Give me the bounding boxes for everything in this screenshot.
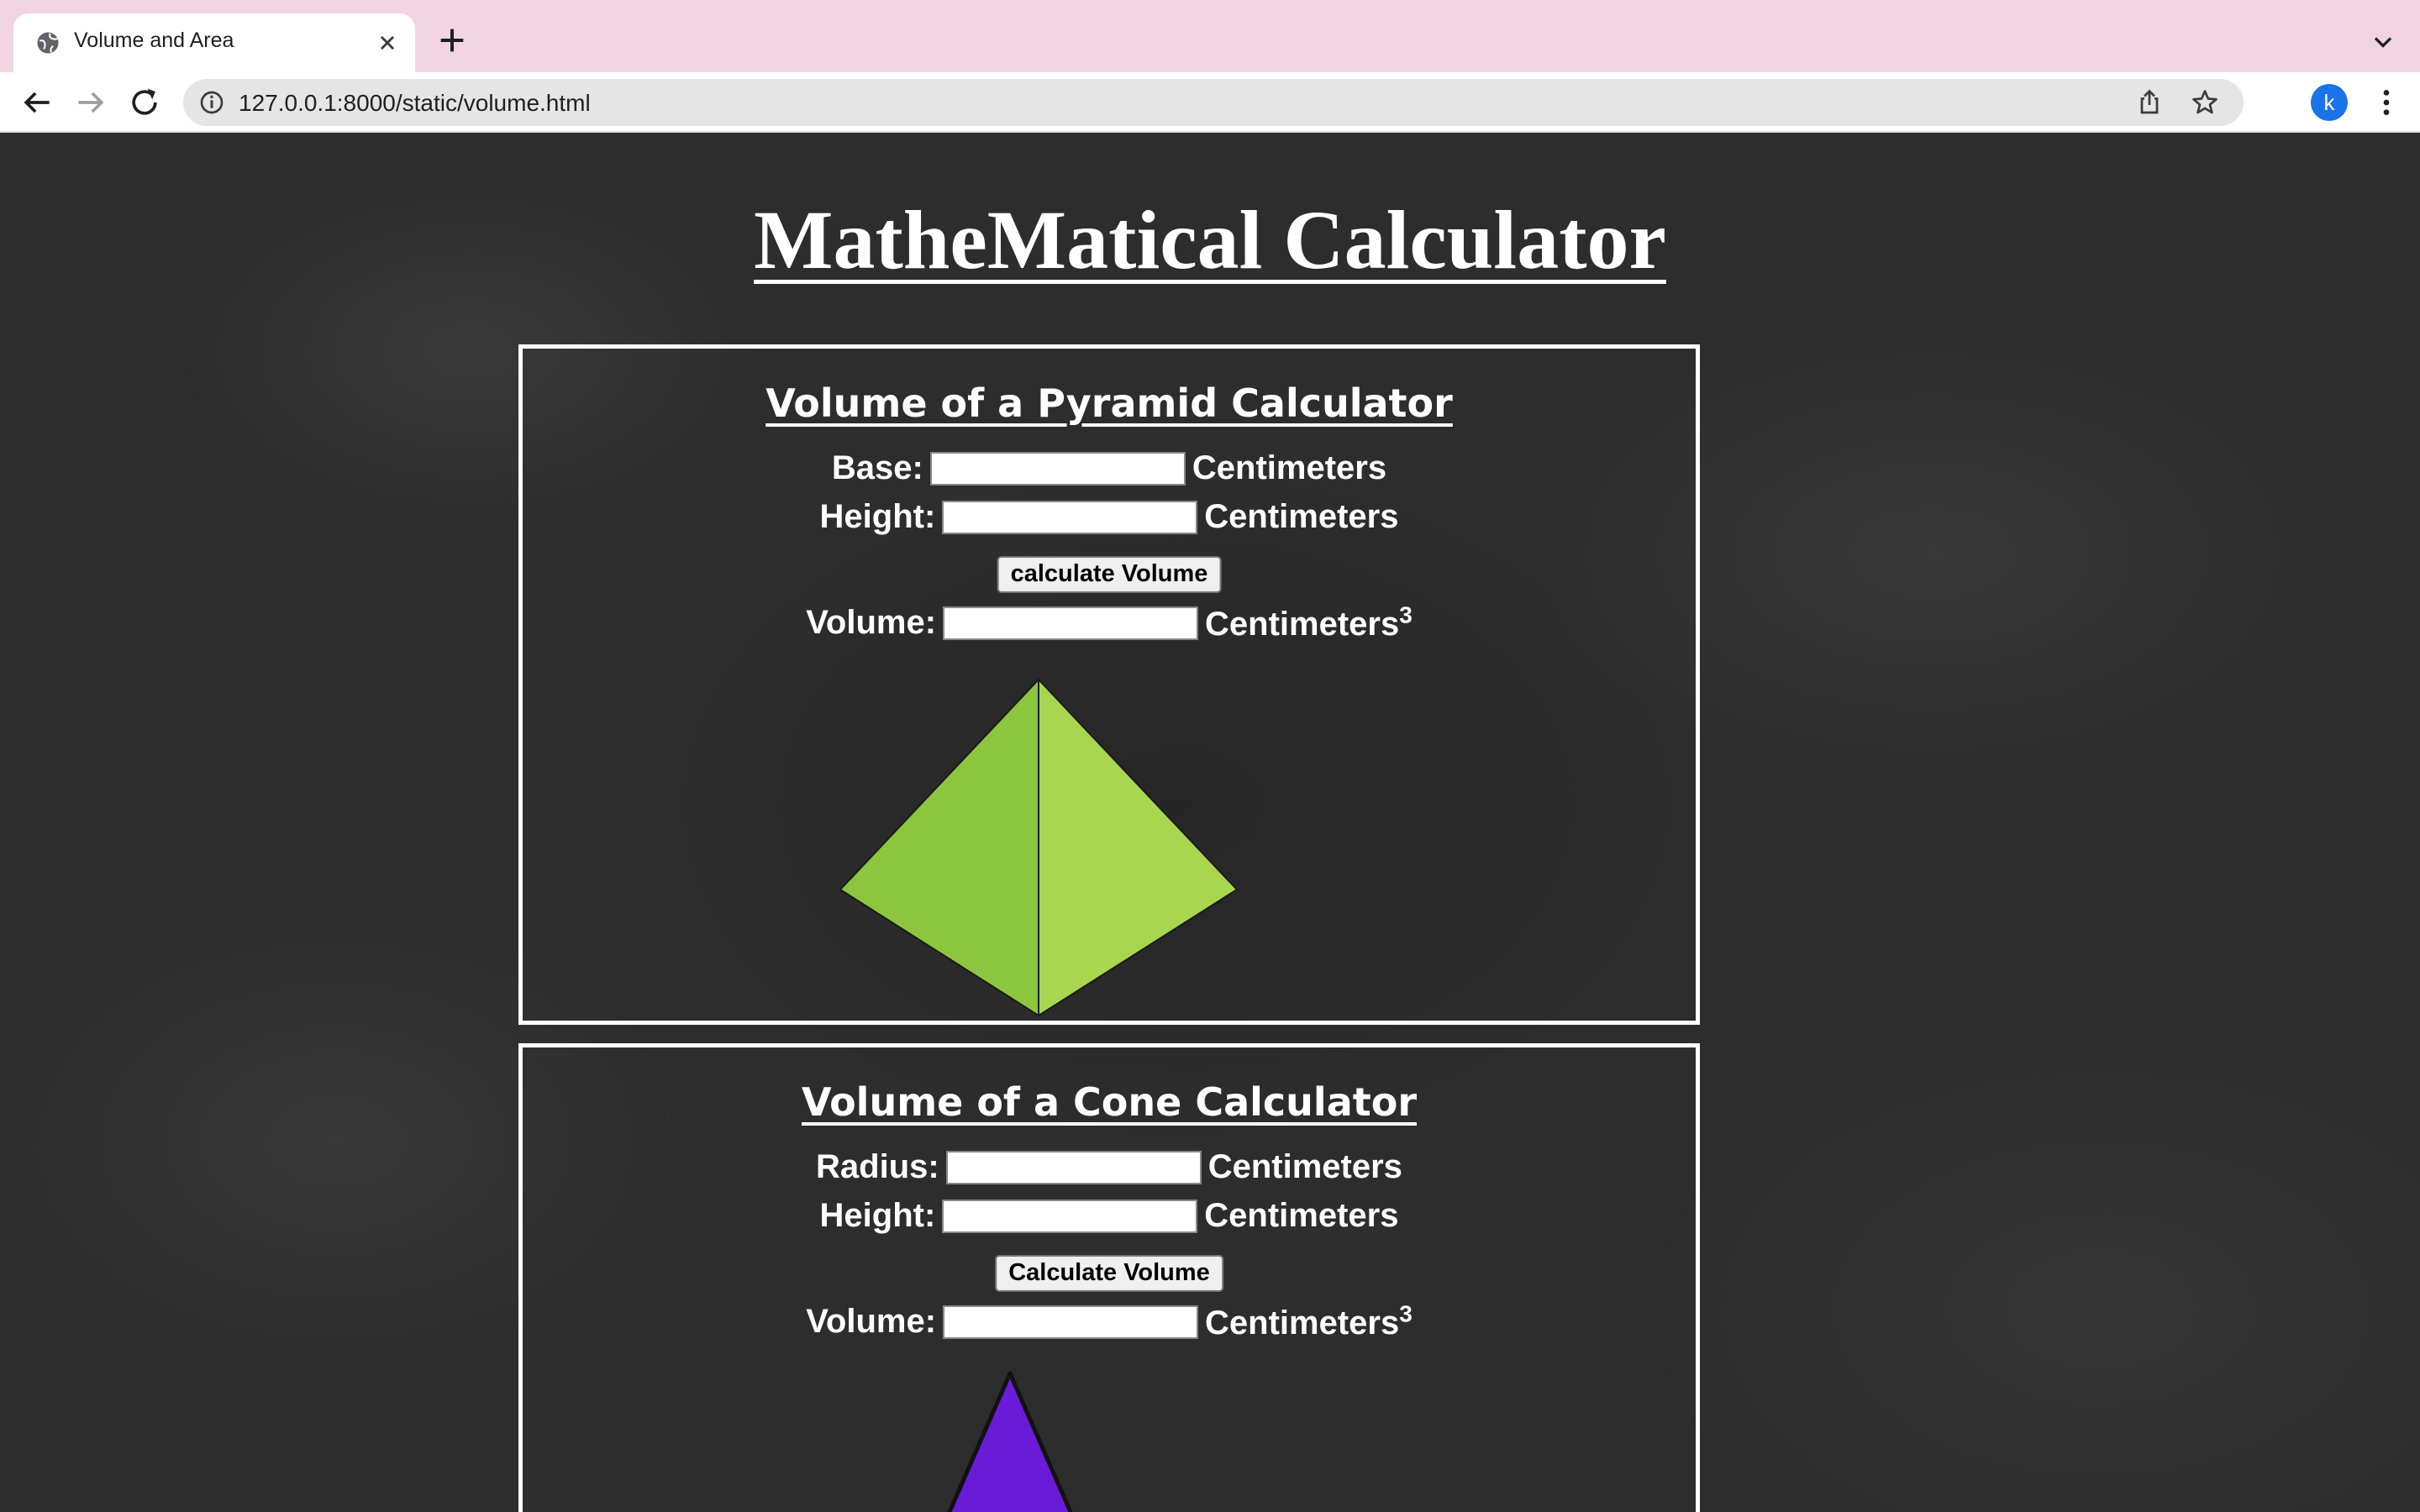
bookmark-star-icon[interactable] [2190,87,2220,118]
pyramid-panel-title: Volume of a Pyramid Calculator [765,381,1453,426]
chevron-down-icon[interactable] [2368,27,2398,57]
profile-avatar[interactable]: k [2311,84,2348,121]
base-unit: Centimeters [1192,449,1387,486]
radius-label: Radius: [816,1148,939,1185]
cone-height-unit: Centimeters [1204,1197,1399,1234]
pyramid-volume-row: Volume: Centimeters3 [523,602,1696,644]
url-text[interactable]: 127.0.0.1:8000/static/volume.html [239,90,591,117]
cone-cubic-exponent: 3 [1399,1301,1413,1327]
base-label: Base: [831,449,923,486]
reload-icon[interactable] [126,84,163,121]
height-unit: Centimeters [1204,498,1399,535]
cone-height-row: Height: Centimeters [523,1197,1696,1239]
cubic-exponent: 3 [1399,602,1413,628]
volume-label: Volume: [806,604,937,642]
pyramid-image [839,677,1239,1017]
pyramid-calculate-button[interactable]: calculate Volume [997,556,1222,593]
page-content: MatheMatical Calculator Volume of a Pyra… [0,133,2420,1512]
radius-unit: Centimeters [1207,1148,1402,1185]
cone-body [947,1371,1073,1512]
pyramid-right-face [1038,677,1239,1017]
pyramid-calculator-panel: Volume of a Pyramid Calculator Base: Cent… [518,344,1700,1025]
cone-calculator-panel: Volume of a Cone Calculator Radius: Centi… [518,1043,1700,1512]
forward-arrow-icon[interactable] [72,84,109,121]
cone-radius-row: Radius: Centimeters [523,1148,1696,1190]
browser-toolbar: 127.0.0.1:8000/static/volume.html k [0,72,2420,133]
new-tab-icon[interactable] [435,24,469,57]
base-input[interactable] [929,451,1186,486]
tab-title: Volume and Area [74,29,234,52]
cone-volume-output[interactable] [943,1305,1199,1339]
pyramid-volume-output[interactable] [943,606,1199,640]
info-icon[interactable] [198,89,225,116]
cone-calculate-button[interactable]: Calculate Volume [995,1255,1223,1292]
page-title: MatheMatical Calculator [754,193,1666,286]
pyramid-height-input[interactable] [942,500,1198,534]
back-arrow-icon[interactable] [18,84,55,121]
pyramid-height-row: Height: Centimeters [523,498,1696,540]
volume-unit: Centimeters3 [1205,602,1413,643]
share-icon[interactable] [2134,87,2165,118]
cone-height-label: Height: [819,1197,936,1234]
cone-panel-title: Volume of a Cone Calculator [801,1079,1418,1125]
radius-input[interactable] [945,1150,1202,1184]
height-label: Height: [819,498,936,535]
cone-image [947,1371,1073,1512]
cone-volume-unit: Centimeters3 [1205,1301,1413,1342]
address-bar[interactable]: 127.0.0.1:8000/static/volume.html [183,79,2244,126]
cone-volume-label: Volume: [806,1303,937,1341]
pyramid-left-face [839,677,1039,1017]
cone-volume-row: Volume: Centimeters3 [523,1301,1696,1343]
more-menu-icon[interactable] [2370,84,2403,121]
globe-icon [37,32,59,54]
pyramid-base-row: Base: Centimeters [523,449,1696,491]
cone-volume-unit-text: Centimeters [1205,1305,1400,1342]
cone-height-input[interactable] [942,1199,1198,1233]
volume-unit-text: Centimeters [1205,606,1400,643]
browser-tab[interactable]: Volume and Area [13,13,415,72]
browser-tab-bar: Volume and Area [0,0,2420,72]
close-icon[interactable] [373,29,402,57]
